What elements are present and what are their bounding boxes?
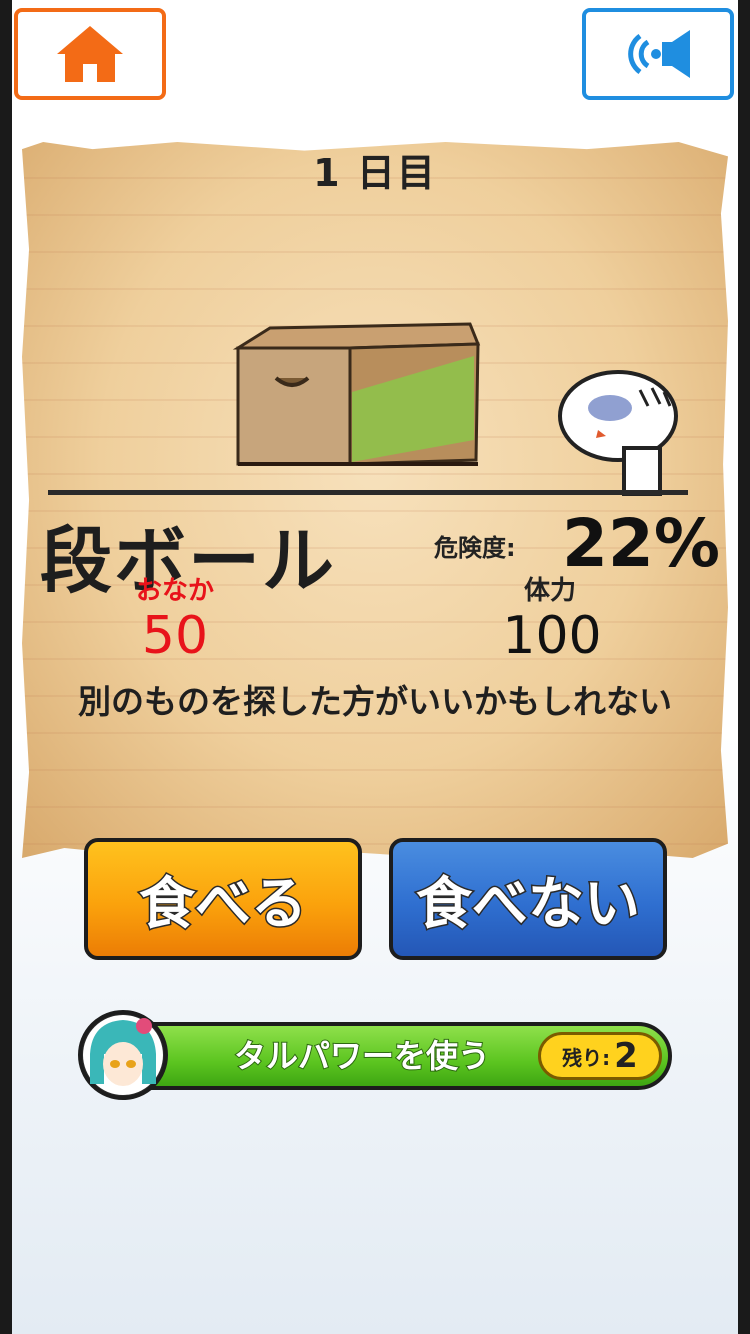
top-tab xyxy=(197,6,553,108)
cardboard-box-illustration xyxy=(232,322,481,466)
hint-message: 別のものを探した方がいいかもしれない xyxy=(78,682,672,721)
character-avatar xyxy=(78,1010,168,1100)
ground-line xyxy=(48,490,688,495)
eat-button[interactable]: 食べる xyxy=(84,838,362,960)
remaining-badge: 残り: 2 xyxy=(538,1032,662,1080)
hunger-value: 50 xyxy=(141,606,209,666)
eat-button-label: 食べる xyxy=(138,870,309,938)
use-power-label: タルパワーを使う xyxy=(233,1036,491,1076)
character-illustration xyxy=(558,370,678,496)
day-counter: 1 日目 xyxy=(313,151,437,195)
sound-toggle-button[interactable] xyxy=(582,8,734,100)
avatar-icon xyxy=(83,1015,163,1095)
use-power-button[interactable]: タルパワーを使う 残り: 2 xyxy=(80,1022,672,1090)
home-icon xyxy=(57,26,123,82)
dont-eat-button[interactable]: 食べない xyxy=(389,838,667,960)
remaining-label: 残り: xyxy=(562,1045,611,1070)
stamina-label: 体力 xyxy=(523,576,576,606)
dont-eat-button-label: 食べない xyxy=(415,870,642,938)
home-button[interactable] xyxy=(14,8,166,100)
remaining-count: 2 xyxy=(614,1036,638,1076)
danger-label: 危険度: xyxy=(434,534,516,562)
hunger-label: おなか xyxy=(135,576,214,606)
item-card xyxy=(22,142,728,858)
stamina-value: 100 xyxy=(502,606,602,666)
speaker-icon xyxy=(628,30,690,78)
